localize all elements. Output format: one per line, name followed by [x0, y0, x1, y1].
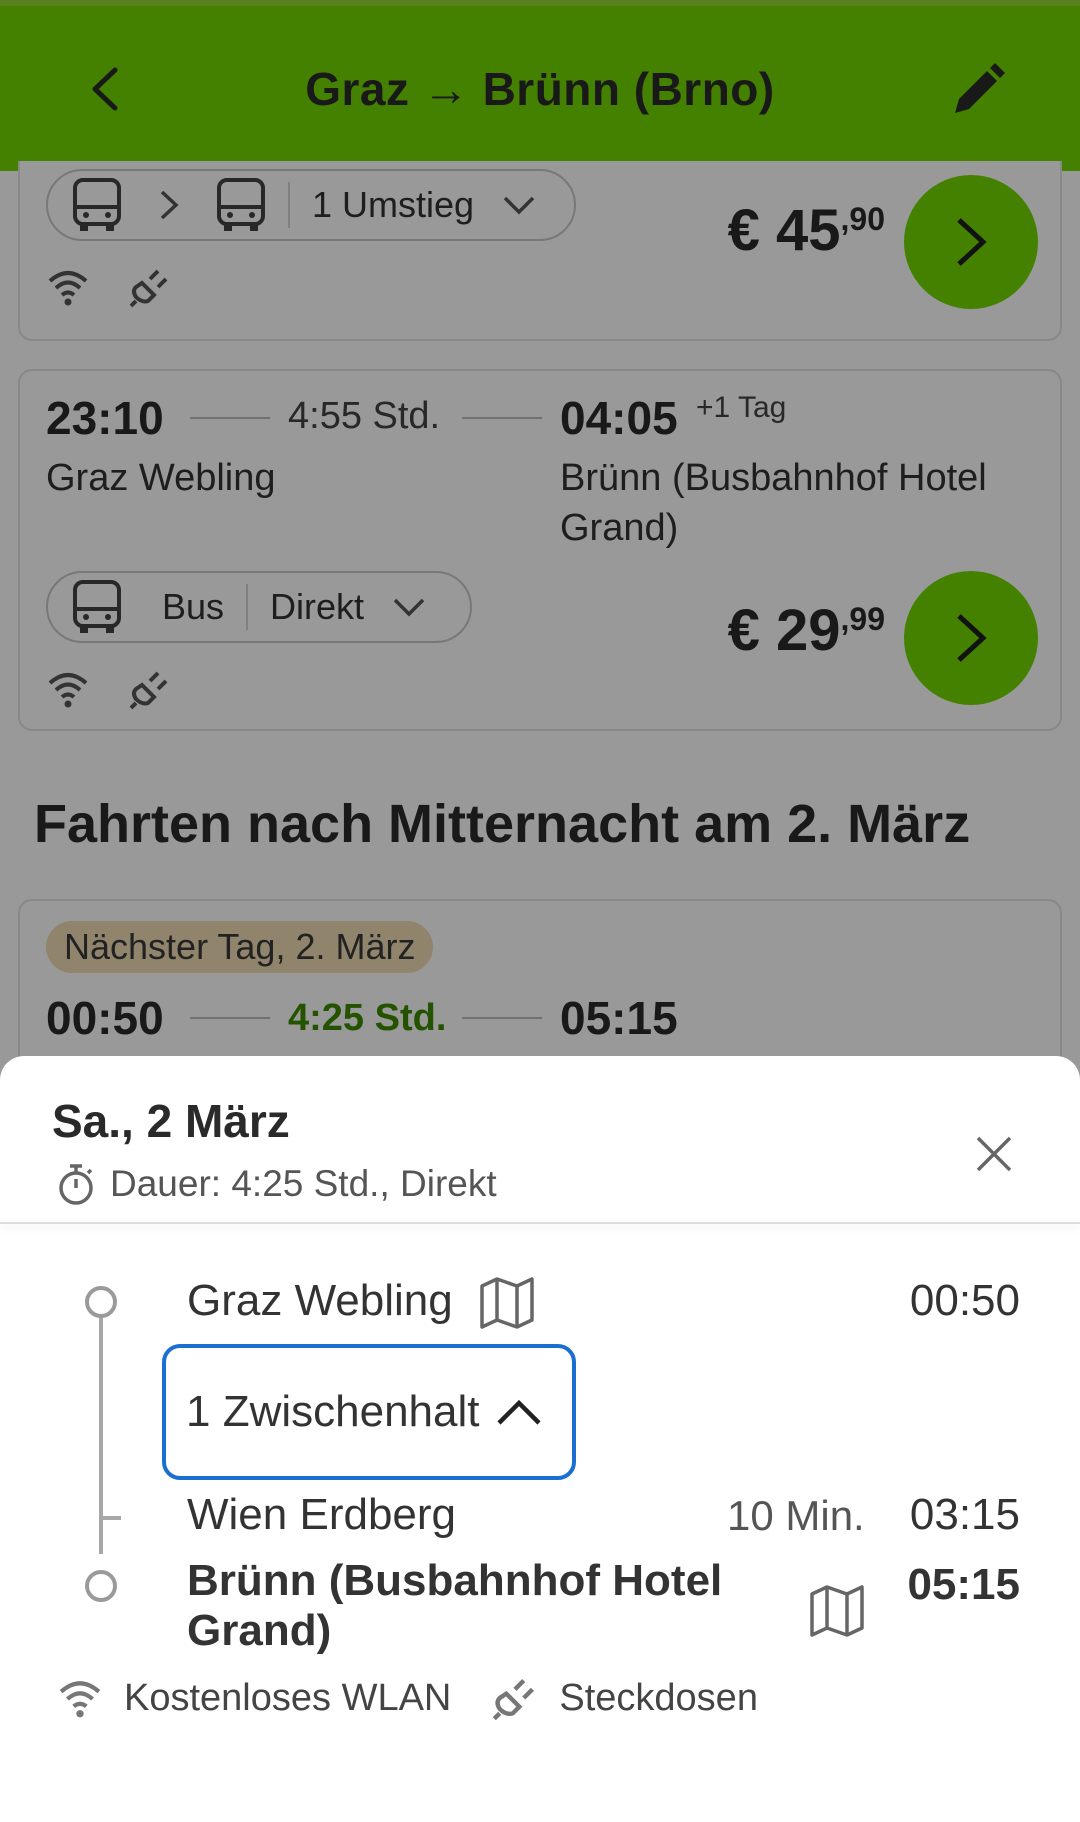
- close-icon: [976, 1136, 1012, 1172]
- stop-name: Graz Webling: [187, 1276, 453, 1325]
- map-icon: [810, 1585, 864, 1637]
- amenity-power: Steckdosen: [491, 1674, 758, 1722]
- stop-name: Brünn (Busbahnhof Hotel Grand): [187, 1556, 723, 1655]
- sheet-date: Sa., 2 März: [52, 1095, 290, 1147]
- intermediate-stops-label: 1 Zwischenhalt: [186, 1387, 480, 1436]
- duration-text: Dauer: 4:25 Std., Direkt: [110, 1163, 497, 1204]
- stop-name: Wien Erdberg: [187, 1490, 457, 1539]
- sheet-duration: Dauer: 4:25 Std., Direkt: [56, 1162, 497, 1206]
- map-icon: [480, 1277, 534, 1329]
- map-button[interactable]: [478, 1274, 536, 1337]
- timeline-end-dot: [85, 1570, 117, 1602]
- amenity-wifi: Kostenloses WLAN: [56, 1677, 451, 1720]
- chevron-up-icon: [497, 1399, 542, 1425]
- map-button[interactable]: [808, 1582, 866, 1645]
- plug-icon: [493, 1679, 535, 1721]
- trip-details-sheet: Sa., 2 März Dauer: 4:25 Std., Direkt Gra…: [0, 1056, 1080, 1822]
- stop-wait: 10 Min.: [727, 1492, 865, 1539]
- sheet-divider: [0, 1222, 1080, 1224]
- stop-time: 05:15: [907, 1560, 1020, 1609]
- stop-time: 03:15: [909, 1490, 1020, 1539]
- amenities-list: Kostenloses WLAN Steckdosen: [56, 1674, 798, 1722]
- timeline-start-dot: [85, 1286, 117, 1318]
- wifi-icon: [59, 1681, 101, 1718]
- timer-icon: [59, 1164, 93, 1205]
- timeline-stop-tick: [103, 1516, 121, 1520]
- stop-time: 00:50: [909, 1276, 1020, 1325]
- close-button[interactable]: [968, 1128, 1020, 1180]
- intermediate-stops-toggle[interactable]: 1 Zwischenhalt: [162, 1344, 576, 1480]
- amenity-power-label: Steckdosen: [559, 1676, 758, 1719]
- amenity-wifi-label: Kostenloses WLAN: [124, 1676, 452, 1719]
